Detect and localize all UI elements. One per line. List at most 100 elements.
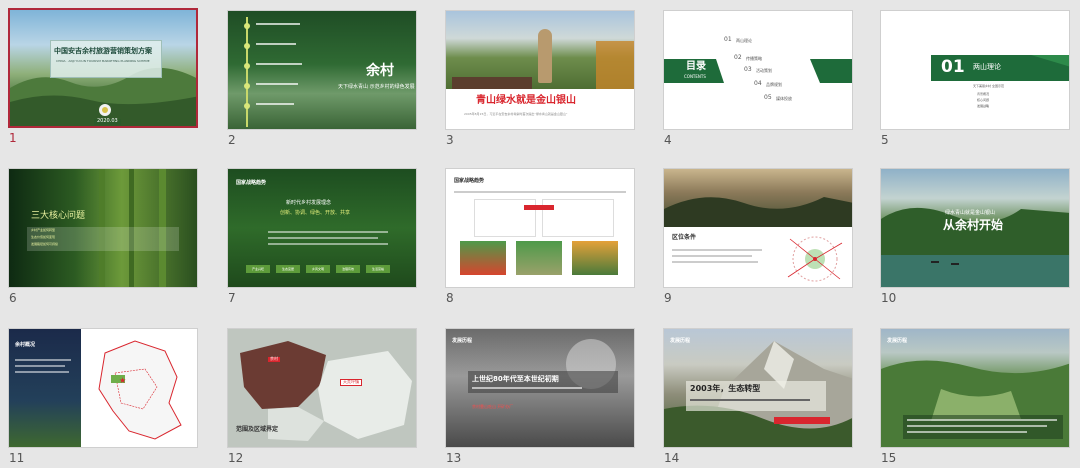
slide-5-title: 两山理论 bbox=[973, 63, 1001, 71]
slide-11-title: 余村概况 bbox=[15, 342, 36, 348]
slide-thumbnail-3[interactable]: 青山绿水就是金山银山 2005年8月15日，习近平在安吉余村考察时首次提出“绿水… bbox=[445, 10, 635, 150]
slide-6-item: 生态价值如何变现 bbox=[31, 235, 56, 239]
slide-12-title: 范围及区域界定 bbox=[236, 426, 279, 433]
slide-7-tag: 生活富裕 bbox=[366, 265, 390, 273]
timeline-dot bbox=[244, 63, 250, 69]
slide-1-title: 中国安吉余村旅游营销策划方案 bbox=[54, 47, 152, 55]
contents-item-label: 品牌规划 bbox=[766, 82, 782, 87]
slide-5-list-item: 核心问题 bbox=[977, 98, 990, 102]
contents-item-label: 媒体投放 bbox=[776, 96, 792, 101]
slide-thumbnail-10[interactable]: 绿水青山就是金山银山 从余村开始 10 bbox=[880, 168, 1070, 308]
text-line bbox=[454, 191, 626, 193]
red-highlight bbox=[524, 205, 554, 210]
slide-thumbnail-12[interactable]: 余村 天荒坪镇 范围及区域界定 12 bbox=[227, 328, 417, 468]
slide-5-section-number: 01 bbox=[941, 57, 965, 77]
slide-thumbnail-1[interactable]: 中国安吉余村旅游营销策划方案 CHINA · ANJI YUCUN TOURIS… bbox=[8, 8, 198, 148]
slide-number-14: 14 bbox=[664, 451, 680, 465]
slide-thumbnail-6[interactable]: 三大核心问题 乡村产业如何转型 生态价值如何变现 发展路径如何可持续 6 bbox=[8, 168, 198, 308]
slide-6-preview: 三大核心问题 乡村产业如何转型 生态价值如何变现 发展路径如何可持续 bbox=[8, 168, 198, 288]
slide-thumbnail-5[interactable]: 01 两山理论 天下美丽乡村 全国示范 背景概况 核心问题 发展战略 5 bbox=[880, 10, 1070, 150]
slide-number-10: 10 bbox=[881, 291, 897, 305]
text-line bbox=[256, 103, 294, 105]
slide-10-title: 绿水青山就是金山银山 bbox=[945, 210, 996, 216]
slide-6-title: 三大核心问题 bbox=[31, 211, 86, 221]
red-highlight bbox=[774, 417, 830, 424]
contents-item-label: 活动策划 bbox=[756, 68, 772, 73]
slide-number-4: 4 bbox=[664, 133, 672, 147]
slide-7-keywords: 创新、协调、绿色、开放、共享 bbox=[280, 210, 351, 216]
slide-thumbnail-14[interactable]: 发展历程 2003年，生态转型 14 bbox=[663, 328, 853, 468]
text-line bbox=[472, 387, 582, 389]
slide-number-9: 9 bbox=[664, 291, 672, 305]
slide-thumbnail-4[interactable]: 目录 CONTENTS 01 两山理论 02 传播策略 03 活动策划 04 品… bbox=[663, 10, 853, 150]
text-line bbox=[907, 431, 1027, 433]
contents-item-label: 传播策略 bbox=[746, 56, 762, 61]
region-label: 天荒坪镇 bbox=[340, 379, 362, 386]
slide-7-highlight: 新时代乡村发展理念 bbox=[286, 200, 332, 206]
slide-5-subtitle: 天下美丽乡村 全国示范 bbox=[973, 84, 1004, 88]
slide-10-preview: 绿水青山就是金山银山 从余村开始 bbox=[880, 168, 1070, 288]
slide-7-tag: 生态宜居 bbox=[276, 265, 300, 273]
contents-item-number: 01 bbox=[724, 36, 732, 43]
text-line bbox=[15, 365, 65, 367]
slide-thumbnail-7[interactable]: 国家战略趋势 新时代乡村发展理念 创新、协调、绿色、开放、共享 产业兴旺 生态宜… bbox=[227, 168, 417, 308]
slide-thumbnail-9[interactable]: 区位条件 9 bbox=[663, 168, 853, 308]
slide-11-preview: 余村概况 ★ bbox=[8, 328, 198, 448]
slide-13-subtitle: 余村靠山吃山 开矿办厂 bbox=[472, 404, 514, 409]
text-line bbox=[15, 371, 69, 373]
slide-13-title: 上世纪80年代至本世纪初期 bbox=[472, 375, 559, 383]
mountain-silhouette bbox=[664, 197, 852, 227]
slide-7-preview: 国家战略趋势 新时代乡村发展理念 创新、协调、绿色、开放、共享 产业兴旺 生态宜… bbox=[227, 168, 417, 288]
slide-thumbnail-13[interactable]: 发展历程 上世纪80年代至本世纪初期 余村靠山吃山 开矿办厂 13 bbox=[445, 328, 635, 468]
slide-thumbnail-2[interactable]: 余村 天下绿水青山 示范乡村的绿色发展 2 bbox=[227, 10, 417, 150]
slide-thumbnail-11[interactable]: 余村概况 ★ 11 bbox=[8, 328, 198, 468]
contents-item-number: 05 bbox=[764, 94, 772, 101]
slide-8-preview: 国家战略趋势 bbox=[445, 168, 635, 288]
slide-1-subtitle: CHINA · ANJI YUCUN TOURISM MARKETING PLA… bbox=[56, 59, 150, 63]
text-line bbox=[907, 425, 1047, 427]
slide-8-title: 国家战略趋势 bbox=[454, 178, 485, 184]
timeline-dot bbox=[244, 43, 250, 49]
text-line bbox=[672, 249, 762, 251]
slide-7-tag: 产业兴旺 bbox=[246, 265, 270, 273]
slide-3-caption: 青山绿水就是金山银山 bbox=[476, 95, 576, 106]
contents-item-number: 04 bbox=[754, 80, 762, 87]
text-line bbox=[268, 243, 388, 245]
slide-number-13: 13 bbox=[446, 451, 462, 465]
slide-number-8: 8 bbox=[446, 291, 454, 305]
text-line bbox=[256, 43, 296, 45]
slide-3-preview: 青山绿水就是金山银山 2005年8月15日，习近平在安吉余村考察时首次提出“绿水… bbox=[445, 10, 635, 130]
slide-6-item: 发展路径如何可持续 bbox=[31, 242, 59, 246]
timeline-dot bbox=[244, 103, 250, 109]
photo-card bbox=[516, 241, 562, 275]
text-line bbox=[256, 23, 300, 25]
slide-13-header: 发展历程 bbox=[452, 338, 473, 344]
slide-9-title: 区位条件 bbox=[672, 234, 697, 241]
slide-number-3: 3 bbox=[446, 133, 454, 147]
text-line bbox=[672, 261, 758, 263]
slide-14-preview: 发展历程 2003年，生态转型 bbox=[663, 328, 853, 448]
text-line bbox=[907, 419, 1057, 421]
slide-number-2: 2 bbox=[228, 133, 236, 147]
county-map: ★ bbox=[98, 340, 182, 440]
slide-thumbnail-15[interactable]: 发展历程 15 bbox=[880, 328, 1070, 468]
photo-card bbox=[460, 241, 506, 275]
slide-3-note: 2005年8月15日，习近平在安吉余村考察时首次提出“绿水青山就是金山银山” bbox=[464, 112, 568, 116]
contents-item-label: 两山理论 bbox=[736, 38, 752, 43]
text-line bbox=[690, 399, 810, 401]
slide-5-preview: 01 两山理论 天下美丽乡村 全国示范 背景概况 核心问题 发展战略 bbox=[880, 10, 1070, 130]
slide-4-title: 目录 bbox=[686, 61, 706, 72]
crowd bbox=[452, 77, 532, 89]
slide-7-tag: 治理有效 bbox=[336, 265, 360, 273]
contents-item-number: 03 bbox=[744, 66, 752, 73]
text-line bbox=[256, 63, 302, 65]
slide-number-15: 15 bbox=[881, 451, 897, 465]
slide-15-preview: 发展历程 bbox=[880, 328, 1070, 448]
slide-7-title: 国家战略趋势 bbox=[236, 180, 267, 186]
autumn-tree bbox=[596, 41, 634, 89]
slide-7-tag: 乡风文明 bbox=[306, 265, 330, 273]
slide-number-5: 5 bbox=[881, 133, 889, 147]
timeline-dot bbox=[244, 83, 250, 89]
location-map bbox=[787, 236, 843, 282]
slide-thumbnail-8[interactable]: 国家战略趋势 8 bbox=[445, 168, 635, 308]
